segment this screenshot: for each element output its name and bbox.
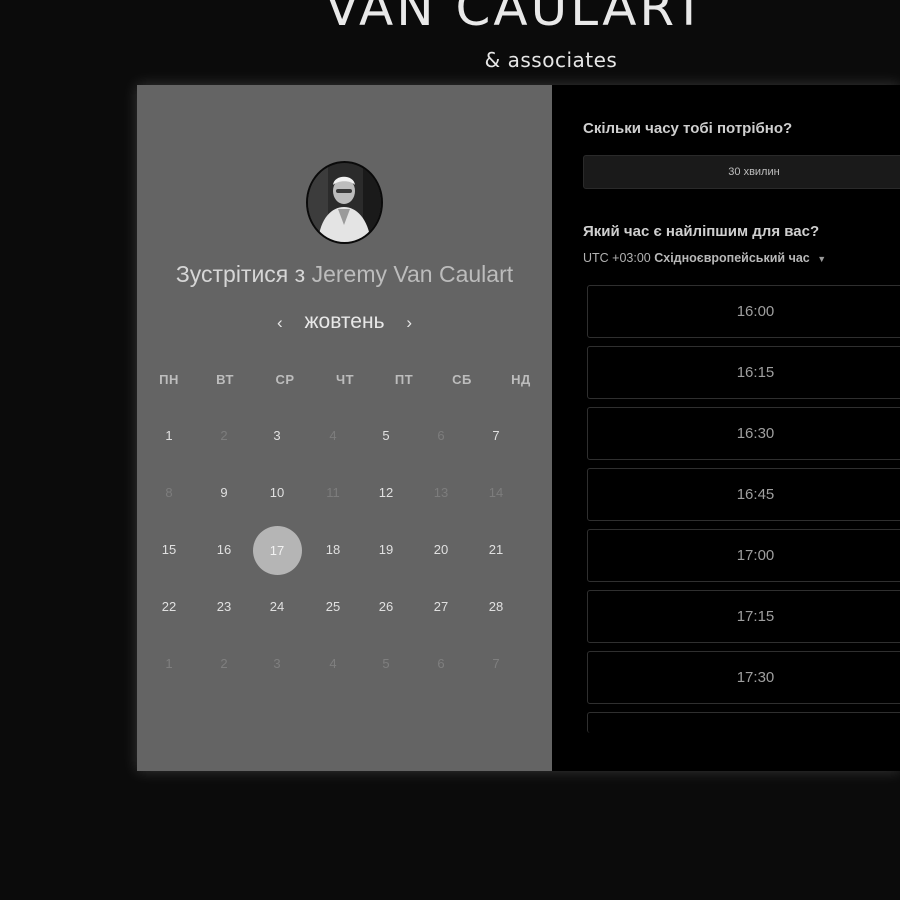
calendar-day: 7 [492,656,500,671]
calendar-day[interactable]: 5 [366,416,406,456]
time-slot-button[interactable]: 16:30 [587,407,900,460]
booking-panel: Скільки часу тобі потрібно? 30 хвилин Як… [552,85,900,771]
calendar-day: 13 [433,485,449,500]
month-label: жовтень [304,310,385,333]
weekday-label: ЧТ [335,372,355,387]
time-question: Який час є найліпшим для вас? [583,223,820,240]
brand-subtitle: & associates [484,48,618,72]
meeting-title: Зустрітися з Jeremy Van Caulart [137,261,552,288]
calendar-day[interactable]: 27 [421,587,461,627]
calendar-day: 2 [220,428,228,443]
calendar-panel: Зустрітися з Jeremy Van Caulart ‹ жовтен… [137,85,552,771]
calendar-day[interactable]: 9 [204,473,244,513]
calendar-day[interactable]: 15 [149,530,189,570]
brand-title: VAN CAULART [325,0,708,37]
time-slot-button[interactable]: 16:15 [587,346,900,399]
calendar-day: 1 [165,656,173,671]
weekday-label: СР [275,372,295,387]
calendar-day: 5 [382,656,390,671]
duration-question: Скільки часу тобі потрібно? [583,120,793,137]
brand-header: VAN CAULART & associates [0,0,900,85]
calendar-day[interactable]: 12 [366,473,406,513]
calendar-day[interactable]: 20 [421,530,461,570]
calendar-day[interactable]: 26 [366,587,406,627]
timezone-selector[interactable]: UTC +03:00 Східноєвропейський час ▼ [583,251,826,265]
weekday-label: ВТ [216,372,234,387]
selected-day[interactable]: 17 [252,525,302,575]
time-slot-button[interactable]: 16:45 [587,468,900,521]
calendar-day: 8 [165,485,173,500]
calendar-day[interactable]: 18 [313,530,353,570]
calendar-day[interactable]: 7 [476,416,516,456]
calendar-day[interactable]: 19 [366,530,406,570]
avatar [306,161,383,244]
weekday-label: НД [511,372,531,387]
calendar-day: 11 [326,485,340,500]
calendar-day: 4 [329,656,337,671]
calendar-day[interactable]: 3 [257,416,297,456]
weekday-label: ПТ [394,372,414,387]
time-slot-button[interactable]: 17:15 [587,590,900,643]
calendar-day[interactable]: 1 [149,416,189,456]
calendar-day[interactable]: 10 [257,473,297,513]
calendar-day[interactable]: 21 [476,530,516,570]
meeting-prefix: Зустрітися з [175,261,306,287]
host-name: Jeremy Van Caulart [311,261,514,287]
duration-select[interactable]: 30 хвилин [583,155,900,189]
weekday-label: СБ [452,372,472,387]
calendar-day[interactable]: 23 [204,587,244,627]
calendar-day: 4 [329,428,337,443]
calendar-day[interactable]: 25 [313,587,353,627]
calendar-day: 6 [437,428,445,443]
chevron-left-icon[interactable]: ‹ [261,313,299,332]
calendar-day: 2 [220,656,228,671]
time-slot-button[interactable] [587,712,900,733]
calendar-day: 14 [488,485,504,500]
timezone-offset: UTC +03:00 [583,251,651,265]
calendar-day[interactable]: 16 [204,530,244,570]
calendar-day[interactable]: 28 [476,587,516,627]
scheduler-card: Зустрітися з Jeremy Van Caulart ‹ жовтен… [137,85,900,771]
calendar-day[interactable]: 22 [149,587,189,627]
calendar-day: 6 [437,656,445,671]
person-photo-icon [308,163,381,242]
caret-down-icon: ▼ [817,254,827,264]
time-slot-button[interactable]: 17:30 [587,651,900,704]
timezone-name: Східноєвропейський час [654,251,810,265]
time-slot-button[interactable]: 17:00 [587,529,900,582]
calendar-day: 3 [273,656,281,671]
chevron-right-icon[interactable]: › [390,313,428,332]
calendar-day[interactable]: 24 [257,587,297,627]
weekday-label: ПН [159,372,179,387]
month-navigation: ‹ жовтень › [137,310,552,334]
time-slot-button[interactable]: 16:00 [587,285,900,338]
